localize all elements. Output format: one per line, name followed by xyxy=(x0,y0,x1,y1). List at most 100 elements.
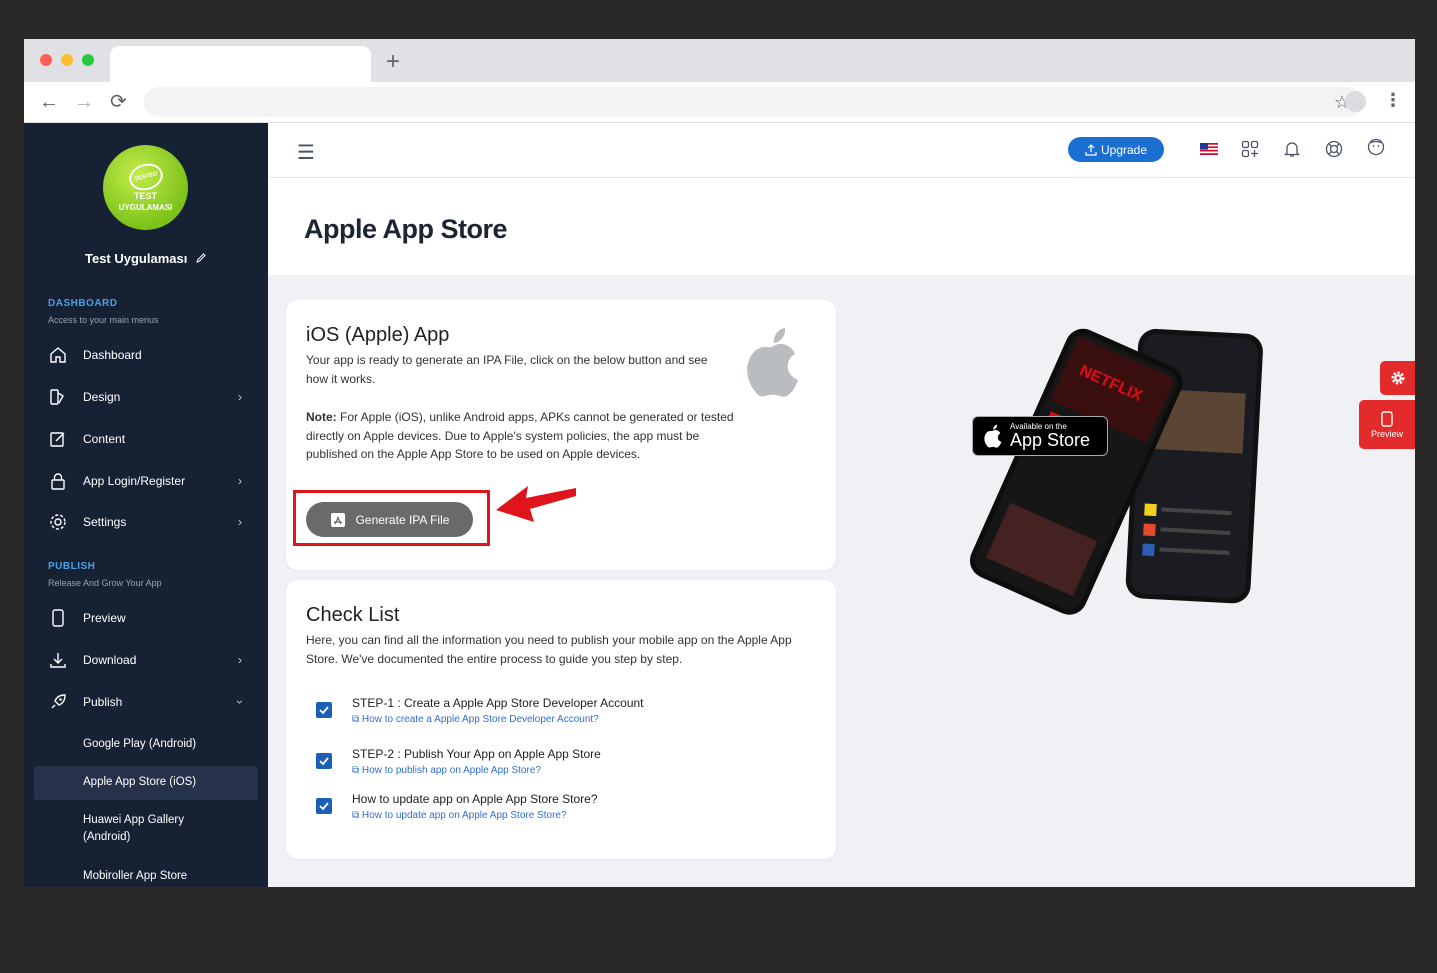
sidebar-item-label: App Login/Register xyxy=(83,474,186,488)
chevron-right-icon: › xyxy=(238,653,242,667)
floating-settings-button[interactable] xyxy=(1380,361,1415,395)
close-window-button[interactable] xyxy=(40,54,52,66)
edit-icon xyxy=(48,429,68,449)
generate-ipa-button[interactable]: Generate IPA File xyxy=(306,502,473,537)
phone-icon xyxy=(48,608,68,628)
browser-profile-avatar[interactable] xyxy=(1345,91,1366,112)
check-icon xyxy=(319,757,329,766)
checklist-card: Check List Here, you can find all the in… xyxy=(286,580,836,859)
step-help-link[interactable]: ⧉ How to update app on Apple App Store S… xyxy=(352,810,567,821)
app-store-badge-text: Available on the App Store xyxy=(1010,422,1090,450)
step-checkbox[interactable] xyxy=(316,702,332,718)
rocket-icon xyxy=(48,692,68,712)
maximize-window-button[interactable] xyxy=(82,54,94,66)
floating-preview-button[interactable]: Preview xyxy=(1359,400,1415,449)
forward-icon[interactable]: → xyxy=(74,91,94,113)
chevron-right-icon: › xyxy=(238,515,242,529)
sub-item-mobiroller-app-store[interactable]: Mobiroller App Store xyxy=(83,868,187,885)
step-checkbox[interactable] xyxy=(316,798,332,814)
sidebar-item-app-login[interactable]: App Login/Register › xyxy=(48,466,244,496)
app-logo: TESTED TEST UYGULAMASI xyxy=(103,145,188,230)
ios-card-description: Your app is ready to generate an IPA Fil… xyxy=(306,353,708,386)
palette-icon xyxy=(48,387,68,407)
ios-app-card: iOS (Apple) App Your app is ready to gen… xyxy=(286,300,836,570)
minimize-window-button[interactable] xyxy=(61,54,73,66)
step-checkbox[interactable] xyxy=(316,753,332,769)
browser-tabbar: + xyxy=(24,39,1415,82)
sidebar-item-download[interactable]: Download › xyxy=(48,645,244,675)
support-icon[interactable] xyxy=(1324,139,1344,159)
step-title: STEP-2 : Publish Your App on Apple App S… xyxy=(352,747,601,761)
hamburger-menu-icon[interactable]: ☰ xyxy=(297,140,315,165)
sidebar-item-publish[interactable]: Publish › xyxy=(48,687,247,717)
step-help-link[interactable]: ⧉ How to create a Apple App Store Develo… xyxy=(352,714,599,725)
pencil-icon[interactable] xyxy=(195,252,207,264)
back-icon[interactable]: ← xyxy=(39,91,59,113)
note-label: Note: xyxy=(306,410,337,424)
generate-ipa-label: Generate IPA File xyxy=(355,512,450,527)
top-bar: ☰ Upgrade xyxy=(268,123,1415,178)
sub-item-huawei-app-gallery[interactable]: Huawei App Gallery (Android) xyxy=(83,812,213,846)
check-icon xyxy=(319,706,329,715)
external-link-icon: ⧉ xyxy=(352,765,362,776)
lock-icon xyxy=(48,471,68,491)
sidebar-item-label: Content xyxy=(83,432,126,446)
app-name[interactable]: Test Uygulaması xyxy=(24,251,268,266)
sidebar-item-design[interactable]: Design › xyxy=(48,382,244,412)
app-name-label: Test Uygulaması xyxy=(85,251,188,266)
phone-mockup-graphic: NETFLIX xyxy=(969,328,1263,615)
app-container: TESTED TEST UYGULAMASI Test Uygulaması D… xyxy=(24,123,1415,887)
us-flag-icon[interactable] xyxy=(1199,139,1219,159)
step-help-link-text: How to create a Apple App Store Develope… xyxy=(361,714,599,725)
sub-item-apple-app-store[interactable]: Apple App Store (iOS) xyxy=(83,774,196,791)
app-store-icon xyxy=(330,512,345,527)
publish-section-title: PUBLISH xyxy=(48,561,96,572)
upgrade-label: Upgrade xyxy=(1100,142,1148,157)
browser-window: + ← → ⟳ ☆ ⋮ TESTED TEST UYGULAMASI Test … xyxy=(24,39,1415,887)
sidebar-item-content[interactable]: Content xyxy=(48,424,244,454)
reload-icon[interactable]: ⟳ xyxy=(110,91,127,113)
sidebar-item-label: Publish xyxy=(83,695,123,709)
step-help-link-text: How to publish app on Apple App Store? xyxy=(361,765,541,776)
sidebar-item-settings[interactable]: Settings › xyxy=(48,507,244,537)
browser-menu-icon[interactable]: ⋮ xyxy=(1384,90,1402,111)
sidebar-item-dashboard[interactable]: Dashboard xyxy=(48,340,244,370)
chevron-down-icon: › xyxy=(233,700,247,704)
external-link-icon: ⧉ xyxy=(352,810,362,821)
logo-text-line1: TEST xyxy=(133,190,157,201)
sidebar-item-preview[interactable]: Preview xyxy=(48,603,244,633)
home-icon xyxy=(48,345,68,365)
profile-face-icon[interactable] xyxy=(1366,137,1386,157)
step-help-link[interactable]: ⧉ How to publish app on Apple App Store? xyxy=(352,765,541,776)
page-title: Apple App Store xyxy=(304,214,508,244)
step-title: How to update app on Apple App Store Sto… xyxy=(352,792,598,806)
ios-card-note: Note: For Apple (iOS), unlike Android ap… xyxy=(306,408,736,464)
bell-icon[interactable] xyxy=(1282,139,1302,159)
logo-text-line2: UYGULAMASI xyxy=(118,202,173,212)
upgrade-button[interactable]: Upgrade xyxy=(1068,137,1164,162)
chevron-right-icon: › xyxy=(238,474,242,488)
sidebar-item-label: Preview xyxy=(83,611,126,625)
phone-icon xyxy=(1381,410,1393,427)
apple-logo-icon xyxy=(747,328,798,397)
sidebar-item-label: Settings xyxy=(83,515,127,529)
publish-section-subtitle: Release And Grow Your App xyxy=(48,578,162,588)
upload-icon xyxy=(1085,143,1097,156)
checklist-title: Check List xyxy=(306,604,400,626)
gear-icon xyxy=(48,512,68,532)
check-icon xyxy=(319,802,329,811)
new-tab-button[interactable]: + xyxy=(386,50,400,74)
sub-item-google-play[interactable]: Google Play (Android) xyxy=(83,736,196,753)
app-store-badge[interactable]: Available on the App Store xyxy=(972,416,1108,456)
phone-mockup-illustration: NETFLIX Available on the App Store xyxy=(964,318,1274,618)
dashboard-section-title: DASHBOARD xyxy=(48,298,118,309)
sidebar-item-label: Download xyxy=(83,653,137,667)
download-icon xyxy=(48,650,68,670)
step-title: STEP-1 : Create a Apple App Store Develo… xyxy=(352,696,644,710)
chevron-right-icon: › xyxy=(238,390,242,404)
apps-icon[interactable] xyxy=(1240,139,1260,159)
address-bar[interactable]: ☆ xyxy=(144,87,1362,117)
page-header: Apple App Store xyxy=(268,178,1415,275)
browser-tab[interactable] xyxy=(110,46,371,82)
badge-big-text: App Store xyxy=(1010,430,1091,450)
